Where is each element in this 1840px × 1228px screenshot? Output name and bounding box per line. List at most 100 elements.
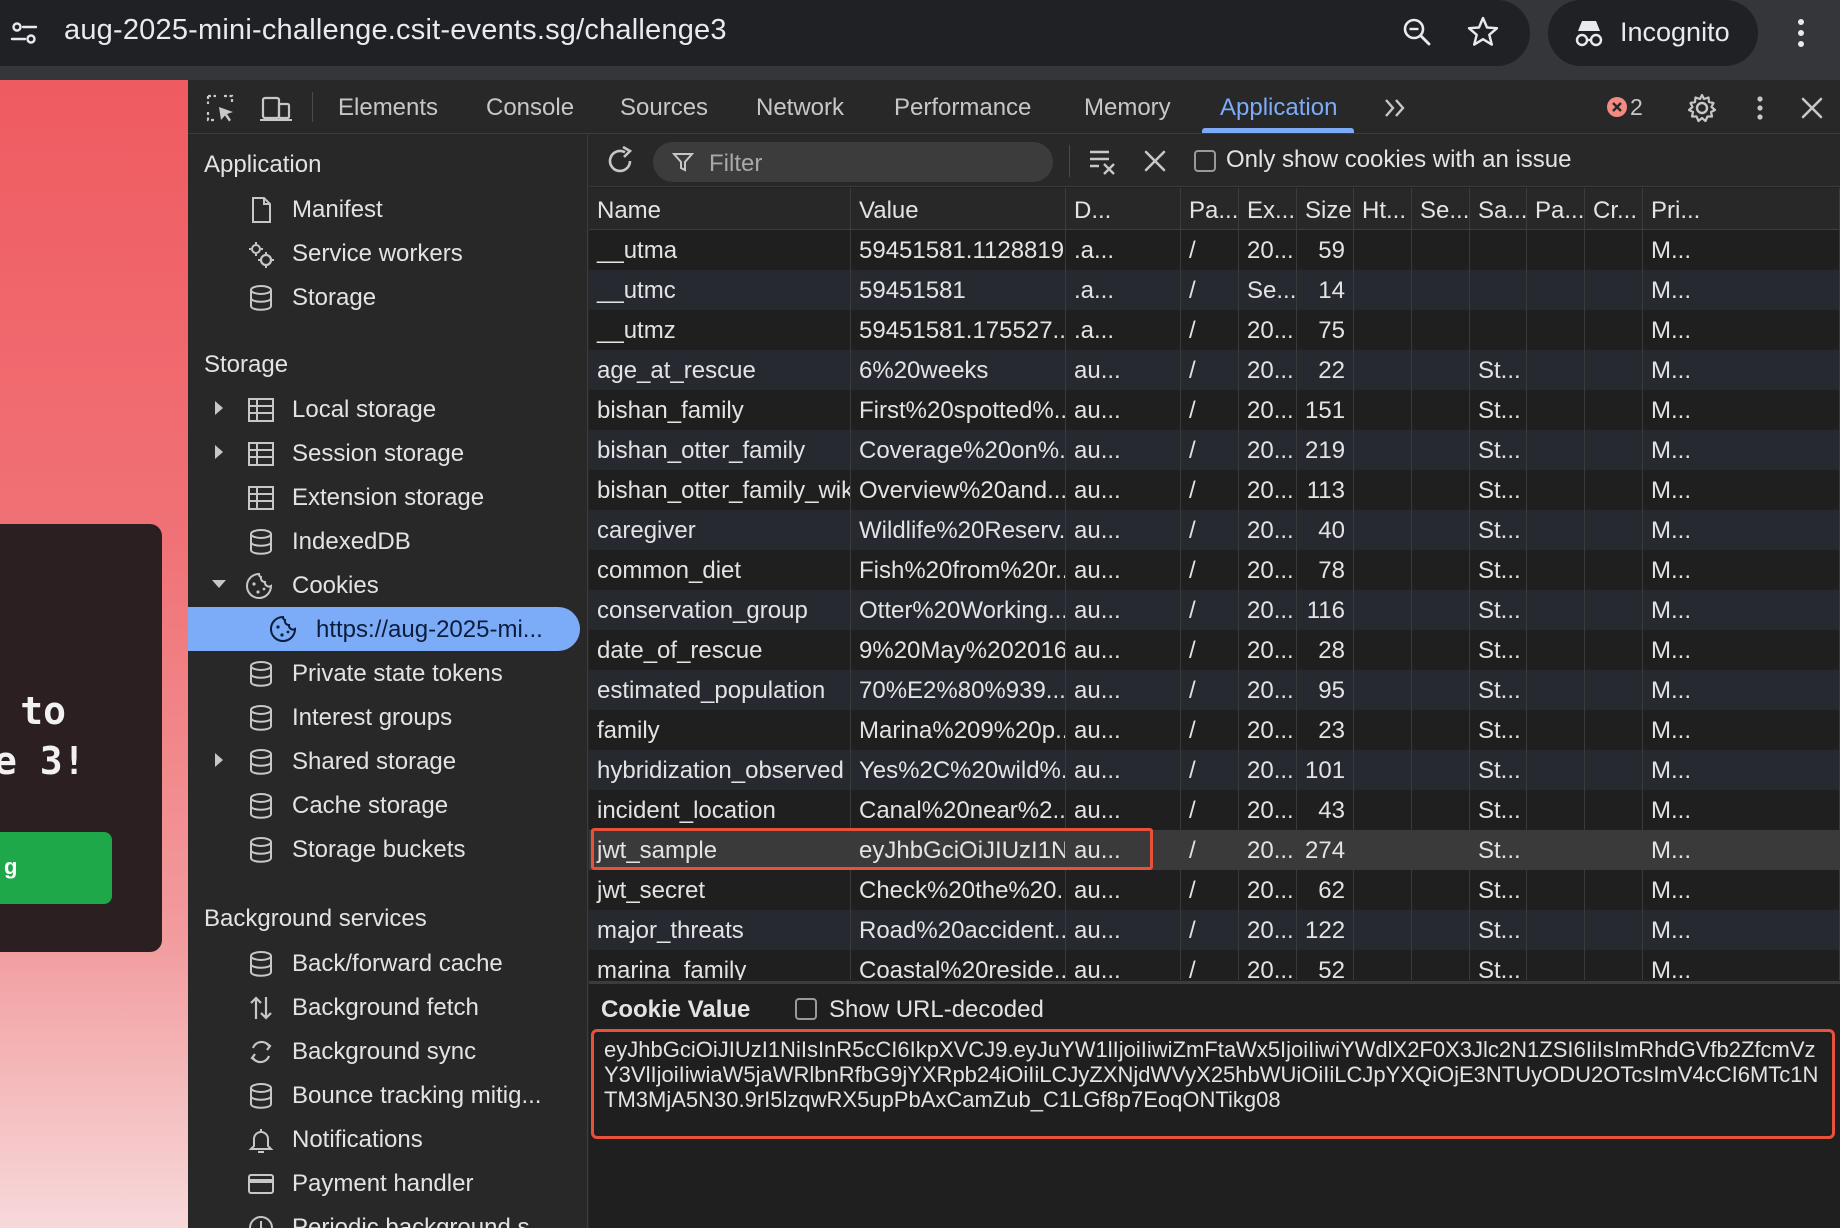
expand-arrow-icon[interactable] <box>210 399 228 417</box>
cell-secure <box>1412 590 1470 630</box>
column-header-priority[interactable]: Pri... <box>1643 188 1840 230</box>
sidebar-item-label: Payment handler <box>292 1170 474 1197</box>
tab-memory[interactable]: Memory <box>1084 94 1171 122</box>
cell-path: / <box>1181 230 1239 270</box>
cell-cross-site <box>1585 550 1643 590</box>
sidebar-item-indexeddb[interactable]: IndexedDB <box>188 519 587 563</box>
sidebar-item-cookie-origin[interactable]: https://aug-2025-mi... <box>188 607 580 651</box>
table-row[interactable]: age_at_rescue 6%20weeks au.../20... 22 St...… <box>589 350 1840 390</box>
sidebar-item-session-storage[interactable]: Session storage <box>188 431 587 475</box>
tab-performance[interactable]: Performance <box>894 94 1031 122</box>
device-toolbar-icon[interactable] <box>260 92 292 124</box>
table-row[interactable]: conservation_group Otter%20Working... au..… <box>589 590 1840 630</box>
column-header-path[interactable]: Pa... <box>1181 188 1239 230</box>
table-row[interactable]: bishan_otter_family_wiki Overview%20and..… <box>589 470 1840 510</box>
sidebar-item-cookies[interactable]: Cookies <box>188 563 587 607</box>
incognito-indicator[interactable]: Incognito <box>1548 0 1758 66</box>
table-row[interactable]: date_of_rescue 9%20May%202016 au.../20... 2… <box>589 630 1840 670</box>
only-issue-checkbox[interactable] <box>1194 150 1216 172</box>
column-header-samesite[interactable]: Sa... <box>1470 188 1527 230</box>
sidebar-item-storage-buckets[interactable]: Storage buckets <box>188 827 587 871</box>
cookie-value-box[interactable]: eyJhbGciOiJIUzI1NiIsInR5cCI6IkpXVCJ9.eyJ… <box>591 1029 1835 1139</box>
close-devtools-icon[interactable] <box>1796 92 1828 124</box>
sidebar-item-cache-storage[interactable]: Cache storage <box>188 783 587 827</box>
table-row[interactable]: __utmc 59451581 .a... / Se... 14 M... <box>589 270 1840 310</box>
tab-elements[interactable]: Elements <box>338 94 438 122</box>
expand-arrow-icon[interactable] <box>210 443 228 461</box>
column-header-size[interactable]: Size <box>1297 188 1354 230</box>
sidebar-item-private-state-tokens[interactable]: Private state tokens <box>188 651 587 695</box>
site-info-icon[interactable] <box>8 17 40 49</box>
sidebar-item-manifest[interactable]: Manifest <box>188 187 587 231</box>
table-row[interactable]: common_diet Fish%20from%20r... au.../20...… <box>589 550 1840 590</box>
cell-secure <box>1412 870 1470 910</box>
sidebar-item-storage-overview[interactable]: Storage <box>188 275 587 319</box>
sidebar-item-bounce-tracking[interactable]: Bounce tracking mitig... <box>188 1073 587 1117</box>
sidebar-item-service-workers[interactable]: Service workers <box>188 231 587 275</box>
delete-selected-icon[interactable] <box>1141 147 1169 175</box>
cell-secure <box>1412 710 1470 750</box>
clear-all-cookies-icon[interactable] <box>1087 145 1119 177</box>
cell-priority: M... <box>1643 550 1840 590</box>
cell-partition-key <box>1527 350 1585 390</box>
table-row[interactable]: __utma 59451581.1128819... .a.../20... 59 M.… <box>589 230 1840 270</box>
column-header-name[interactable]: Name <box>589 188 851 230</box>
sidebar-item-background-sync[interactable]: Background sync <box>188 1029 587 1073</box>
table-row[interactable]: estimated_population 70%E2%80%939... au...… <box>589 670 1840 710</box>
sidebar-item-back-forward-cache[interactable]: Back/forward cache <box>188 941 587 985</box>
show-url-decoded-checkbox[interactable] <box>795 998 817 1020</box>
table-row[interactable]: jwt_secret Check%20the%20... au.../20... 62… <box>589 870 1840 910</box>
page-start-button[interactable]: g <box>0 832 112 904</box>
column-header-secure[interactable]: Se... <box>1412 188 1470 230</box>
table-row[interactable]: bishan_otter_family Coverage%20on%... au..… <box>589 430 1840 470</box>
sidebar-item-periodic-background-sync[interactable]: Periodic background s... <box>188 1205 587 1228</box>
table-row[interactable]: major_threats Road%20accident... au.../20.… <box>589 910 1840 950</box>
devtools-menu-icon[interactable] <box>1744 92 1776 124</box>
tab-network[interactable]: Network <box>756 94 844 122</box>
section-title-storage: Storage <box>204 351 289 378</box>
cell-samesite <box>1470 270 1527 310</box>
sidebar-item-payment-handler[interactable]: Payment handler <box>188 1161 587 1205</box>
kebab-menu-icon[interactable] <box>1786 14 1816 52</box>
sidebar-item-background-fetch[interactable]: Background fetch <box>188 985 587 1029</box>
table-row[interactable]: incident_location Canal%20near%2... au... /… <box>589 790 1840 830</box>
sidebar-item-local-storage[interactable]: Local storage <box>188 387 587 431</box>
expand-arrow-icon[interactable] <box>210 751 228 769</box>
table-row[interactable]: family Marina%209%20p... au.../20... 23 St..… <box>589 710 1840 750</box>
refresh-icon[interactable] <box>603 144 637 178</box>
tab-sources[interactable]: Sources <box>620 94 708 122</box>
column-header-cross-site[interactable]: Cr... <box>1585 188 1643 230</box>
table-row[interactable]: hybridization_observed Yes%2C%20wild%... a… <box>589 750 1840 790</box>
tab-application[interactable]: Application <box>1220 94 1337 122</box>
table-row[interactable]: bishan_family First%20spotted%... au.../20… <box>589 390 1840 430</box>
cookie-value-text[interactable]: eyJhbGciOiJIUzI1NiIsInR5cCI6IkpXVCJ9.eyJ… <box>604 1037 1822 1112</box>
column-header-partition-key[interactable]: Pa... <box>1527 188 1585 230</box>
sidebar-item-extension-storage[interactable]: Extension storage <box>188 475 587 519</box>
zoom-icon[interactable] <box>1400 15 1434 49</box>
inspect-element-icon[interactable] <box>204 92 236 124</box>
table-row[interactable]: marina_family Coastal%20reside... au.../20… <box>589 950 1840 980</box>
sidebar-item-interest-groups[interactable]: Interest groups <box>188 695 587 739</box>
star-icon[interactable] <box>1466 15 1500 49</box>
column-header-value[interactable]: Value <box>851 188 1066 230</box>
column-header-httponly[interactable]: Ht... <box>1354 188 1412 230</box>
sidebar-item-notifications[interactable]: Notifications <box>188 1117 587 1161</box>
error-count[interactable]: 2 <box>1630 94 1643 121</box>
cell-name: caregiver <box>589 510 851 550</box>
collapse-arrow-icon[interactable] <box>210 575 228 593</box>
sidebar-item-label: Shared storage <box>292 748 457 775</box>
column-header-domain[interactable]: D... <box>1066 188 1181 230</box>
cell-secure <box>1412 910 1470 950</box>
address-bar[interactable]: aug-2025-mini-challenge.csit-events.sg/c… <box>0 0 1530 66</box>
column-header-expires[interactable]: Ex... <box>1239 188 1297 230</box>
more-tabs-icon[interactable] <box>1380 92 1412 124</box>
cell-samesite: St... <box>1470 710 1527 750</box>
sidebar-item-shared-storage[interactable]: Shared storage <box>188 739 587 783</box>
table-row[interactable]: __utmz 59451581.175527... .a.../20... 75 M..… <box>589 310 1840 350</box>
url-text[interactable]: aug-2025-mini-challenge.csit-events.sg/c… <box>64 14 727 47</box>
table-row[interactable]: jwt_sample eyJhbGciOiJIUzI1N... au.../20..… <box>589 830 1840 870</box>
settings-gear-icon[interactable] <box>1686 92 1718 124</box>
table-row[interactable]: caregiver Wildlife%20Reserv... au.../20...… <box>589 510 1840 550</box>
tab-console[interactable]: Console <box>486 94 574 122</box>
filter-input[interactable]: Filter <box>653 142 1053 182</box>
